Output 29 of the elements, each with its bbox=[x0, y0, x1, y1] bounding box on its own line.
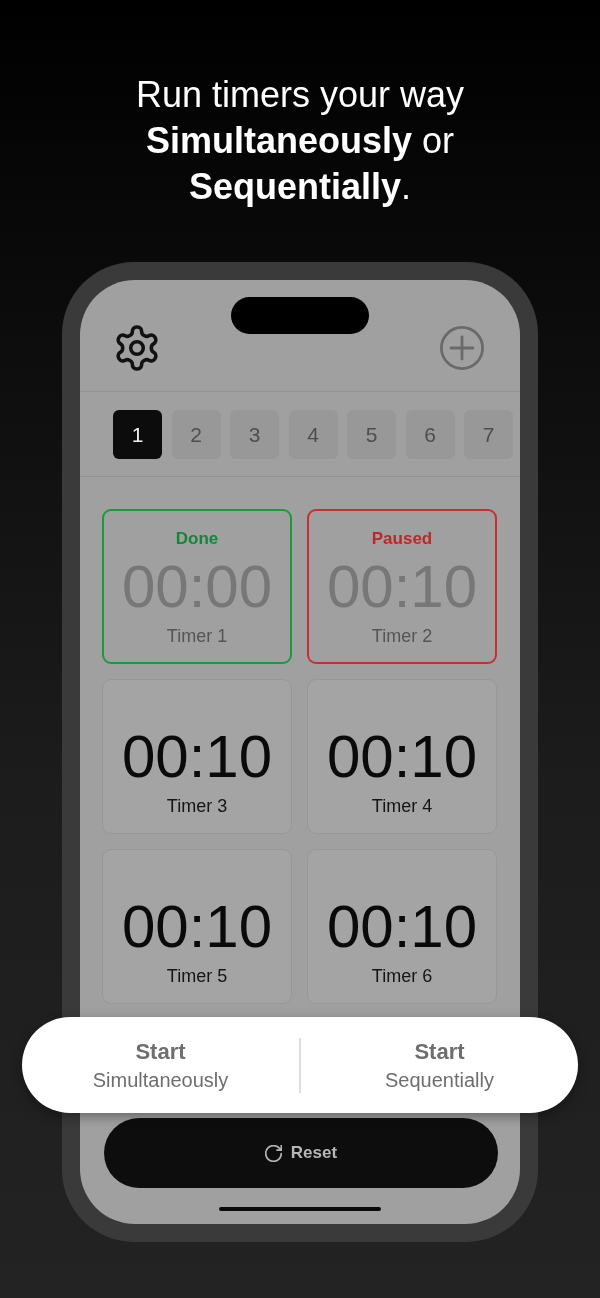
page-tab[interactable]: 4 bbox=[288, 410, 338, 459]
timer-time: 00:10 bbox=[121, 729, 273, 785]
timer-name: Timer 2 bbox=[371, 625, 433, 647]
timer-card[interactable]: 00:10 Timer 4 bbox=[307, 679, 497, 834]
timer-status: Paused bbox=[371, 529, 433, 548]
reset-button[interactable]: Reset bbox=[104, 1118, 498, 1188]
timer-status: Done bbox=[175, 529, 219, 548]
timer-card[interactable]: 00:10 Timer 5 bbox=[102, 849, 292, 1004]
page-tab[interactable]: 5 bbox=[347, 410, 396, 459]
headline: Run timers your way Simultaneously or Sequentially. bbox=[135, 73, 465, 209]
page-tab[interactable]: 6 bbox=[405, 410, 455, 459]
page-tab[interactable]: 7 bbox=[464, 410, 513, 459]
timer-time: 00:10 bbox=[326, 899, 478, 955]
settings-icon[interactable] bbox=[114, 324, 160, 371]
timer-name: Timer 5 bbox=[166, 965, 228, 987]
refresh-icon bbox=[264, 1144, 282, 1162]
start-button[interactable]: Start Sequentially bbox=[301, 1017, 578, 1113]
page-tab[interactable]: 1 bbox=[113, 410, 162, 459]
timer-time: 00:10 bbox=[326, 729, 478, 785]
timer-name: Timer 1 bbox=[166, 625, 228, 647]
timer-name: Timer 3 bbox=[166, 795, 228, 817]
timer-card[interactable]: 00:10 Timer 6 bbox=[307, 849, 497, 1004]
timer-card[interactable]: 00:10 Timer 3 bbox=[102, 679, 292, 834]
timer-name: Timer 6 bbox=[371, 965, 433, 987]
page-tab[interactable]: 3 bbox=[230, 410, 279, 459]
timer-time: 00:10 bbox=[121, 899, 273, 955]
timer-name: Timer 4 bbox=[371, 795, 433, 817]
page-tab[interactable]: 2 bbox=[171, 410, 221, 459]
start-button[interactable]: Start Simultaneously bbox=[22, 1017, 299, 1113]
